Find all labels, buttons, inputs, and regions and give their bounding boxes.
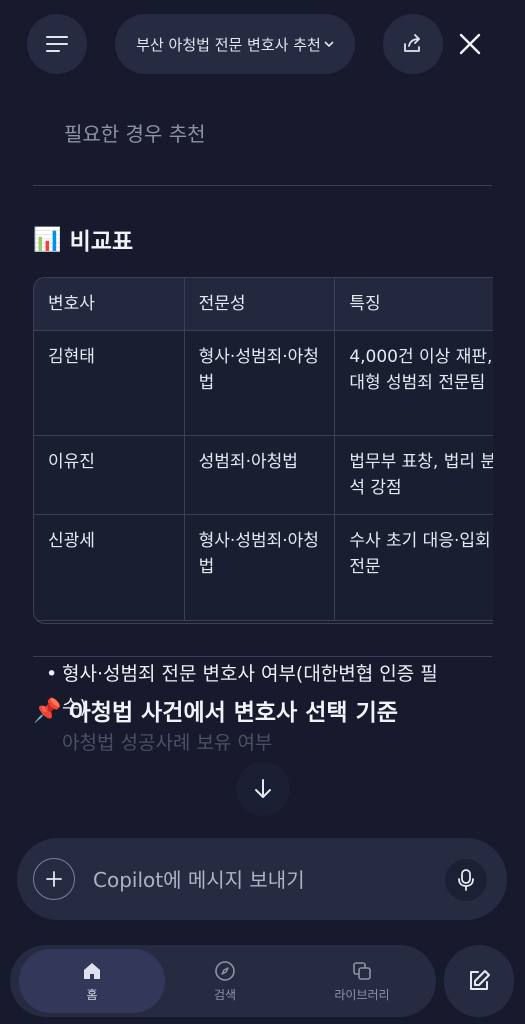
compose-icon: [470, 970, 490, 990]
table-cell: 형사·성범죄·아청법: [183, 514, 336, 621]
microphone-icon: [458, 869, 474, 891]
nav-search[interactable]: 검색: [175, 949, 275, 1013]
nav-library-label: 라이브러리: [334, 987, 390, 1002]
close-button[interactable]: [448, 22, 492, 66]
nav-home[interactable]: 홈: [19, 949, 165, 1013]
comparison-heading: 📊 비교표: [33, 222, 133, 256]
table-cell: 이유진: [34, 435, 185, 515]
table-row: 김현태 형사·성범죄·아청법 4,000건 이상 재판, 대형 성범죄 전문팀: [34, 330, 493, 436]
arrow-down-icon: [255, 779, 271, 798]
chevron-down-icon: [324, 41, 334, 48]
share-button[interactable]: [383, 14, 443, 74]
nav-library[interactable]: 라이브러리: [310, 949, 414, 1013]
divider: [33, 656, 492, 657]
scroll-to-bottom-button[interactable]: [236, 762, 290, 816]
add-attachment-button[interactable]: [33, 858, 75, 900]
table-row: 이유진 성범죄·아청법 법무부 표창, 법리 분석 강점: [34, 435, 493, 515]
plus-icon: [46, 871, 62, 887]
menu-button[interactable]: [27, 14, 87, 74]
chat-content[interactable]: 필요한 경우 추천 📊 비교표 변호사 전문성 특징 김현태 형사·성범죄·아청…: [0, 90, 525, 850]
nav-home-label: 홈: [86, 987, 98, 1002]
divider: [33, 185, 492, 186]
table-header-cell: 전문성: [183, 278, 336, 331]
share-icon: [404, 34, 420, 52]
hamburger-icon: [46, 36, 68, 52]
list-item-text: 형사·성범죄 전문 변호사 여부(대한변협 인증 필수): [62, 663, 438, 718]
library-icon: [353, 961, 371, 980]
comparison-table: 변호사 전문성 특징 김현태 형사·성범죄·아청법 4,000건 이상 재판, …: [34, 278, 493, 621]
chart-emoji-icon: 📊: [33, 226, 62, 253]
table-cell: 김현태: [34, 330, 185, 436]
table-cell: 신광세: [34, 514, 185, 621]
compass-icon: [215, 960, 235, 981]
conversation-title-dropdown[interactable]: 부산 아청법 전문 변호사 추천: [115, 14, 355, 74]
table-cell: 법무부 표창, 법리 분석 강점: [334, 435, 493, 515]
table-cell: 수사 초기 대응·입회 전문: [334, 514, 493, 621]
home-icon: [84, 962, 100, 979]
comparison-table-container[interactable]: 변호사 전문성 특징 김현태 형사·성범죄·아청법 4,000건 이상 재판, …: [33, 277, 493, 624]
close-icon: [459, 33, 481, 55]
new-chat-button[interactable]: [444, 945, 514, 1017]
table-cell: 성범죄·아청법: [183, 435, 336, 515]
previous-text: 필요한 경우 추천: [64, 122, 206, 146]
comparison-title: 비교표: [69, 229, 134, 255]
table-header-cell: 특징: [334, 278, 493, 331]
table-cell: 4,000건 이상 재판, 대형 성범죄 전문팀: [334, 330, 493, 436]
bottom-navigation: 홈 검색 라이브러리: [10, 945, 436, 1017]
bullet-dot: •: [46, 663, 58, 685]
top-bar: 부산 아청법 전문 변호사 추천: [0, 0, 525, 90]
nav-search-label: 검색: [213, 987, 237, 1002]
message-input[interactable]: Copilot에 메시지 보내기: [93, 864, 423, 893]
message-composer[interactable]: Copilot에 메시지 보내기: [17, 838, 507, 920]
conversation-title: 부산 아청법 전문 변호사 추천: [136, 35, 321, 54]
table-row: 신광세 형사·성범죄·아청법 수사 초기 대응·입회 전문: [34, 514, 493, 621]
table-header-cell: 변호사: [34, 278, 185, 331]
microphone-button[interactable]: [445, 859, 487, 901]
pushpin-emoji-icon: 📌: [33, 697, 62, 724]
table-cell: 형사·성범죄·아청법: [183, 330, 336, 436]
table-header-row: 변호사 전문성 특징: [34, 278, 493, 331]
